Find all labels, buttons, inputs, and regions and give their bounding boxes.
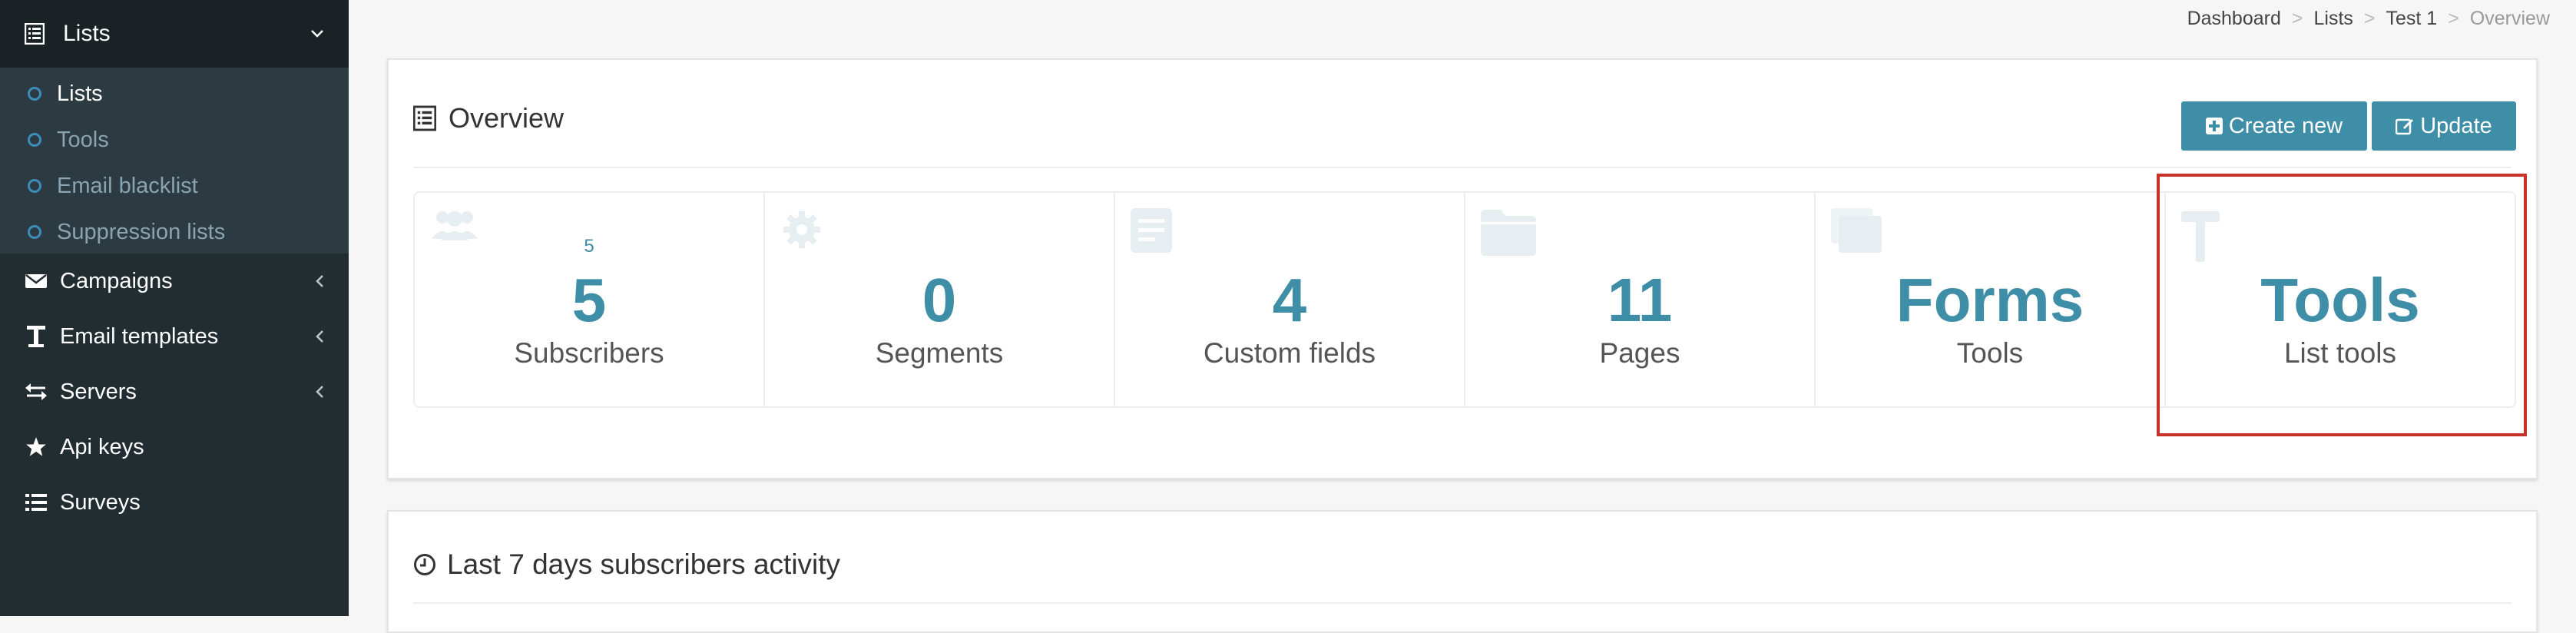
circle-icon: [28, 87, 41, 101]
tile-label: Tools: [1956, 337, 2024, 369]
sidebar-item-label: Email templates: [60, 323, 219, 349]
breadcrumb-separator: >: [2448, 8, 2459, 29]
tile-subscribers[interactable]: 5 5 Subscribers: [415, 193, 765, 406]
tile-forms[interactable]: Forms Tools: [1816, 193, 2166, 406]
breadcrumb-separator: >: [2291, 8, 2303, 29]
tile-custom-fields[interactable]: 4 Custom fields: [1115, 193, 1465, 406]
tile-label: Custom fields: [1203, 337, 1376, 369]
circle-icon: [28, 179, 41, 193]
plus-square-icon: [2205, 118, 2223, 134]
chevron-down-icon: [310, 29, 324, 38]
sidebar-item-campaigns[interactable]: Campaigns: [0, 254, 349, 309]
sidebar: Lists Lists Tools Email blacklist Suppre…: [0, 0, 349, 616]
envelope-icon: [25, 273, 48, 290]
sidebar-subitem-suppression-lists[interactable]: Suppression lists: [0, 209, 349, 255]
tile-value: 5: [571, 266, 607, 334]
create-new-button[interactable]: Create new: [2181, 101, 2367, 151]
tile-label: Subscribers: [514, 337, 664, 369]
list-icon: [413, 105, 436, 131]
folder-icon: [1481, 208, 1536, 260]
tile-label: Pages: [1599, 337, 1680, 369]
sidebar-subitem-label: Tools: [57, 127, 109, 152]
text-icon: [25, 326, 48, 347]
create-new-label: Create new: [2228, 113, 2343, 138]
tile-value: 4: [1272, 266, 1307, 334]
breadcrumb: Dashboard > Lists > Test 1 > Overview: [2187, 8, 2550, 30]
sidebar-item-servers[interactable]: Servers: [0, 364, 349, 419]
sidebar-item-surveys[interactable]: Surveys: [0, 475, 349, 530]
activity-title: Last 7 days subscribers activity: [413, 548, 840, 581]
exchange-icon: [25, 383, 48, 401]
clock-icon: [413, 553, 436, 576]
update-button[interactable]: Update: [2372, 101, 2516, 151]
breadcrumb-separator: >: [2363, 8, 2376, 29]
document-icon: [1131, 208, 1172, 257]
gear-icon: [780, 208, 823, 255]
sidebar-submenu: Lists Tools Email blacklist Suppression …: [0, 68, 349, 254]
chevron-left-icon: [315, 330, 324, 343]
tile-value: 0: [922, 266, 957, 334]
sidebar-item-label: Servers: [60, 379, 137, 404]
circle-icon: [28, 133, 41, 147]
breadcrumb-link-dashboard[interactable]: Dashboard: [2187, 8, 2281, 30]
activity-title-text: Last 7 days subscribers activity: [447, 548, 841, 580]
sidebar-subitem-label: Email blacklist: [57, 173, 198, 198]
sidebar-header-label: Lists: [63, 21, 111, 46]
chevron-left-icon: [315, 385, 324, 399]
tile-value: Forms: [1896, 266, 2084, 334]
sidebar-item-lists-group[interactable]: Lists: [0, 0, 349, 68]
activity-box: Last 7 days subscribers activity: [387, 510, 2538, 633]
tile-segments[interactable]: 0 Segments: [765, 193, 1115, 406]
sidebar-item-label: Surveys: [60, 489, 141, 515]
list-icon: [25, 493, 48, 512]
breadcrumb-current: Overview: [2469, 8, 2550, 29]
sidebar-subitem-email-blacklist[interactable]: Email blacklist: [0, 163, 349, 209]
sidebar-subitem-tools[interactable]: Tools: [0, 117, 349, 163]
breadcrumb-link-lists[interactable]: Lists: [2313, 8, 2353, 30]
tile-pages[interactable]: 11 Pages: [1465, 193, 1816, 406]
sidebar-subitem-label: Suppression lists: [57, 219, 226, 244]
overview-title-text: Overview: [449, 102, 565, 134]
star-icon: [25, 436, 48, 458]
tile-value: 11: [1607, 266, 1673, 334]
copy-icon: [1831, 208, 1882, 257]
update-label: Update: [2420, 113, 2492, 138]
breadcrumb-link-test-1[interactable]: Test 1: [2386, 8, 2438, 30]
divider: [413, 167, 2511, 168]
sidebar-item-label: Campaigns: [60, 268, 173, 293]
list-icon: [25, 23, 48, 45]
sidebar-item-email-templates[interactable]: Email templates: [0, 309, 349, 364]
sidebar-subitem-label: Lists: [57, 81, 103, 106]
divider: [413, 602, 2511, 604]
chevron-left-icon: [315, 274, 324, 288]
overview-title: Overview: [413, 102, 564, 134]
sidebar-subitem-lists[interactable]: Lists: [0, 71, 349, 117]
circle-icon: [28, 225, 41, 239]
sidebar-item-api-keys[interactable]: Api keys: [0, 419, 349, 475]
highlight-box: [2157, 174, 2527, 436]
tile-small-value: 5: [584, 236, 594, 257]
sidebar-item-label: Api keys: [60, 434, 144, 459]
tile-label: Segments: [875, 337, 1004, 369]
edit-icon: [2396, 117, 2414, 135]
